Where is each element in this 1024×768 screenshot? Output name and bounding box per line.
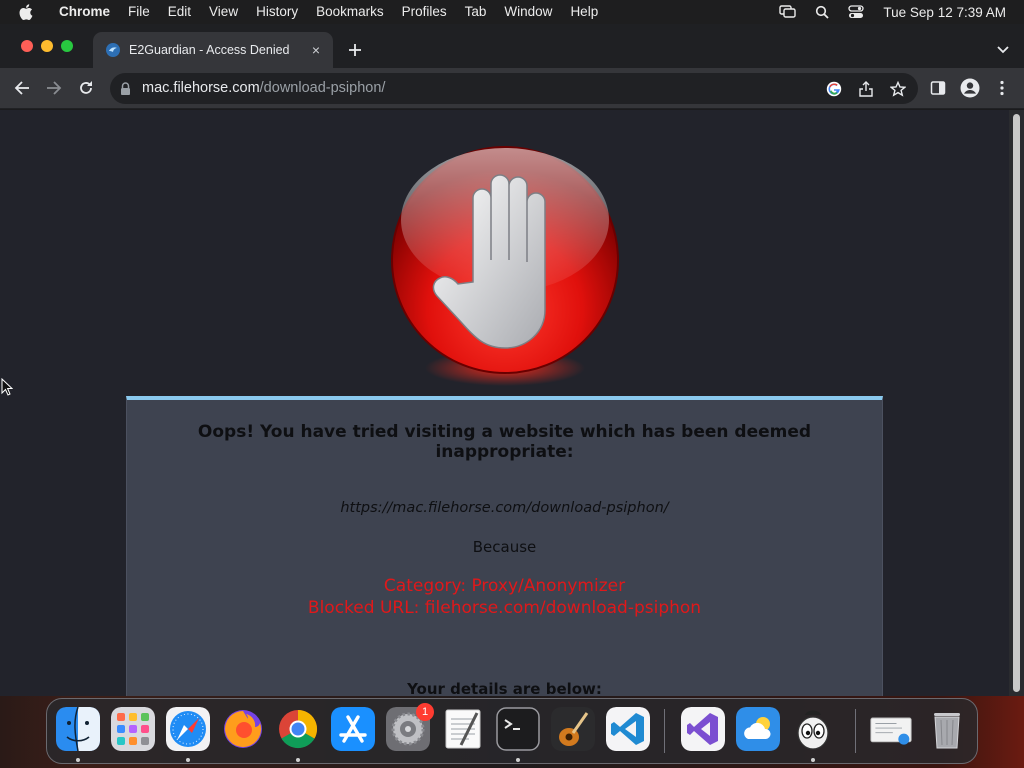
menu-bar-clock[interactable]: Tue Sep 12 7:39 AM (883, 5, 1006, 20)
dock: 1 (46, 698, 978, 764)
bookmark-star-icon[interactable] (888, 79, 908, 99)
system-settings-badge: 1 (416, 703, 434, 721)
lock-icon[interactable] (120, 82, 131, 95)
google-lens-icon[interactable] (824, 79, 844, 99)
dock-app-store-icon[interactable] (331, 707, 375, 751)
dock-cyberduck-icon[interactable] (791, 707, 835, 751)
url-path: /download-psiphon/ (259, 80, 386, 96)
dock-chrome-icon[interactable] (276, 707, 320, 751)
dock-running-indicator (296, 758, 300, 762)
menu-help[interactable]: Help (561, 0, 607, 24)
menu-history[interactable]: History (247, 0, 307, 24)
window-minimize-button[interactable] (41, 40, 53, 52)
dock-finder-icon[interactable] (56, 707, 100, 751)
dock-firefox-icon[interactable] (221, 707, 265, 751)
browser-toolbar: mac.filehorse.com/download-psiphon/ (0, 68, 1024, 109)
url-host: mac.filehorse.com (142, 80, 260, 96)
stop-hand-icon (391, 146, 619, 386)
tab-e2guardian-access-denied[interactable]: E2Guardian - Access Denied × (93, 32, 333, 68)
page-viewport: Oops! You have tried visiting a website … (0, 110, 1009, 696)
dock-textedit-icon[interactable] (441, 707, 485, 751)
mouse-pointer-icon (1, 378, 13, 396)
tab-strip: E2Guardian - Access Denied × (0, 24, 1024, 68)
menu-tab[interactable]: Tab (456, 0, 496, 24)
dock-separator-2 (855, 709, 856, 753)
dock-running-indicator (76, 758, 80, 762)
dock-trash-icon[interactable] (925, 707, 969, 751)
menu-file[interactable]: File (119, 0, 159, 24)
tab-title: E2Guardian - Access Denied (129, 43, 290, 57)
e2guardian-favicon-icon (105, 42, 121, 58)
chrome-menu-kebab-icon[interactable] (991, 77, 1013, 99)
tab-close-icon[interactable]: × (307, 41, 325, 59)
block-reason-url: Blocked URL: filehorse.com/download-psip… (307, 598, 702, 618)
dock-separator (664, 709, 665, 753)
spotlight-search-icon[interactable] (813, 3, 831, 21)
menu-profiles[interactable]: Profiles (393, 0, 456, 24)
dock-mail-document-icon[interactable] (869, 707, 913, 751)
new-tab-plus-icon[interactable] (344, 39, 366, 61)
dock-running-indicator (186, 758, 190, 762)
screen-mirroring-icon[interactable] (779, 3, 797, 21)
scrollbar-thumb[interactable] (1013, 114, 1020, 692)
back-arrow-icon[interactable] (11, 77, 33, 99)
tab-search-chevron-icon[interactable] (996, 42, 1010, 54)
profile-avatar-icon[interactable] (959, 77, 981, 99)
dock-visual-studio-icon[interactable] (681, 707, 725, 751)
forward-arrow-icon[interactable] (43, 77, 65, 99)
menu-window[interactable]: Window (495, 0, 561, 24)
menu-view[interactable]: View (200, 0, 247, 24)
block-reason-category: Category: Proxy/Anonymizer (383, 576, 626, 596)
dock-running-indicator (516, 758, 520, 762)
menu-bar: Chrome File Edit View History Bookmarks … (0, 0, 1024, 24)
address-bar[interactable]: mac.filehorse.com/download-psiphon/ (110, 73, 918, 104)
menu-bar-status: Tue Sep 12 7:39 AM (771, 0, 1024, 24)
window-close-button[interactable] (21, 40, 33, 52)
reload-icon[interactable] (75, 77, 97, 99)
dock-running-indicator (811, 758, 815, 762)
details-heading: Your details are below: (407, 680, 602, 696)
menu-edit[interactable]: Edit (159, 0, 200, 24)
because-label: Because (472, 538, 537, 556)
denied-headline: Oops! You have tried visiting a website … (197, 422, 812, 462)
window-zoom-button[interactable] (61, 40, 73, 52)
menu-app-chrome[interactable]: Chrome (50, 0, 119, 24)
side-panel-icon[interactable] (927, 77, 949, 99)
apple-menu-icon[interactable] (18, 3, 36, 21)
dock-terminal-icon[interactable] (496, 707, 540, 751)
dock-safari-icon[interactable] (166, 707, 210, 751)
menu-bookmarks[interactable]: Bookmarks (307, 0, 393, 24)
access-denied-panel: Oops! You have tried visiting a website … (126, 396, 883, 696)
dock-weather-icon[interactable] (736, 707, 780, 751)
dock-garageband-icon[interactable] (551, 707, 595, 751)
address-url[interactable]: mac.filehorse.com/download-psiphon/ (142, 73, 385, 104)
page-scrollbar[interactable] (1009, 110, 1024, 696)
blocked-url-text: https://mac.filehorse.com/download-psiph… (340, 500, 669, 516)
dock-vscode-icon[interactable] (606, 707, 650, 751)
control-center-icon[interactable] (847, 3, 865, 21)
share-icon[interactable] (856, 79, 876, 99)
dock-launchpad-icon[interactable] (111, 707, 155, 751)
